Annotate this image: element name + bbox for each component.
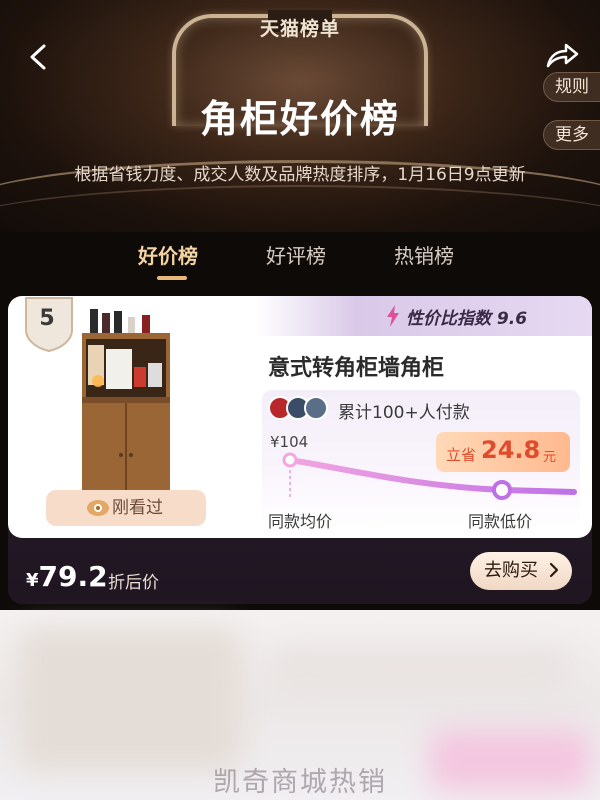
value-index-label: 性价比指数 9.6 bbox=[406, 309, 528, 329]
eye-icon bbox=[87, 500, 109, 516]
active-tab-indicator bbox=[157, 276, 187, 280]
product-image[interactable] bbox=[76, 305, 176, 505]
buy-button[interactable]: 去购买 bbox=[470, 552, 572, 590]
savings-unit: 元 bbox=[543, 450, 557, 465]
final-price-value: 79.2 bbox=[38, 560, 108, 593]
buy-label: 去购买 bbox=[484, 560, 538, 581]
product-name[interactable]: 意式转角柜墙角柜 bbox=[268, 350, 444, 382]
tab-good-review[interactable]: 好评榜 bbox=[266, 240, 326, 269]
back-arrow-icon[interactable] bbox=[24, 42, 54, 72]
ranking-tabs: 好价榜 好评榜 热销榜 bbox=[0, 240, 600, 280]
savings-amount: 24.8 bbox=[481, 436, 541, 464]
chevron-right-icon bbox=[549, 562, 558, 578]
blurred-image bbox=[20, 630, 240, 770]
final-price: ¥79.2 bbox=[26, 560, 108, 593]
savings-prefix: 立省 bbox=[446, 446, 477, 464]
tab-hot-sale[interactable]: 热销榜 bbox=[394, 240, 454, 269]
paid-count: 累计100+人付款 bbox=[338, 403, 470, 423]
avg-price-label: 同款均价 bbox=[268, 512, 333, 531]
lightning-icon bbox=[387, 305, 399, 327]
brand-logo-text: 天猫榜单 bbox=[259, 18, 340, 40]
currency-symbol: ¥ bbox=[26, 570, 39, 591]
watermark-text: 凯奇商城热销 bbox=[213, 767, 387, 798]
page-subtitle: 根据省钱力度、成交人数及品牌热度排序，1月16日9点更新 bbox=[74, 165, 526, 185]
final-price-suffix: 折后价 bbox=[108, 573, 159, 593]
tab-good-price[interactable]: 好价榜 bbox=[138, 240, 198, 269]
low-price-label: 同款低价 bbox=[468, 512, 533, 531]
rank-number: 5 bbox=[39, 306, 55, 331]
share-icon[interactable] bbox=[544, 40, 580, 72]
buyer-avatar bbox=[304, 396, 328, 420]
recently-viewed-badge: 刚看过 bbox=[46, 490, 206, 526]
page-title: 角柜好价榜 bbox=[199, 97, 400, 141]
blurred-text bbox=[270, 650, 570, 690]
